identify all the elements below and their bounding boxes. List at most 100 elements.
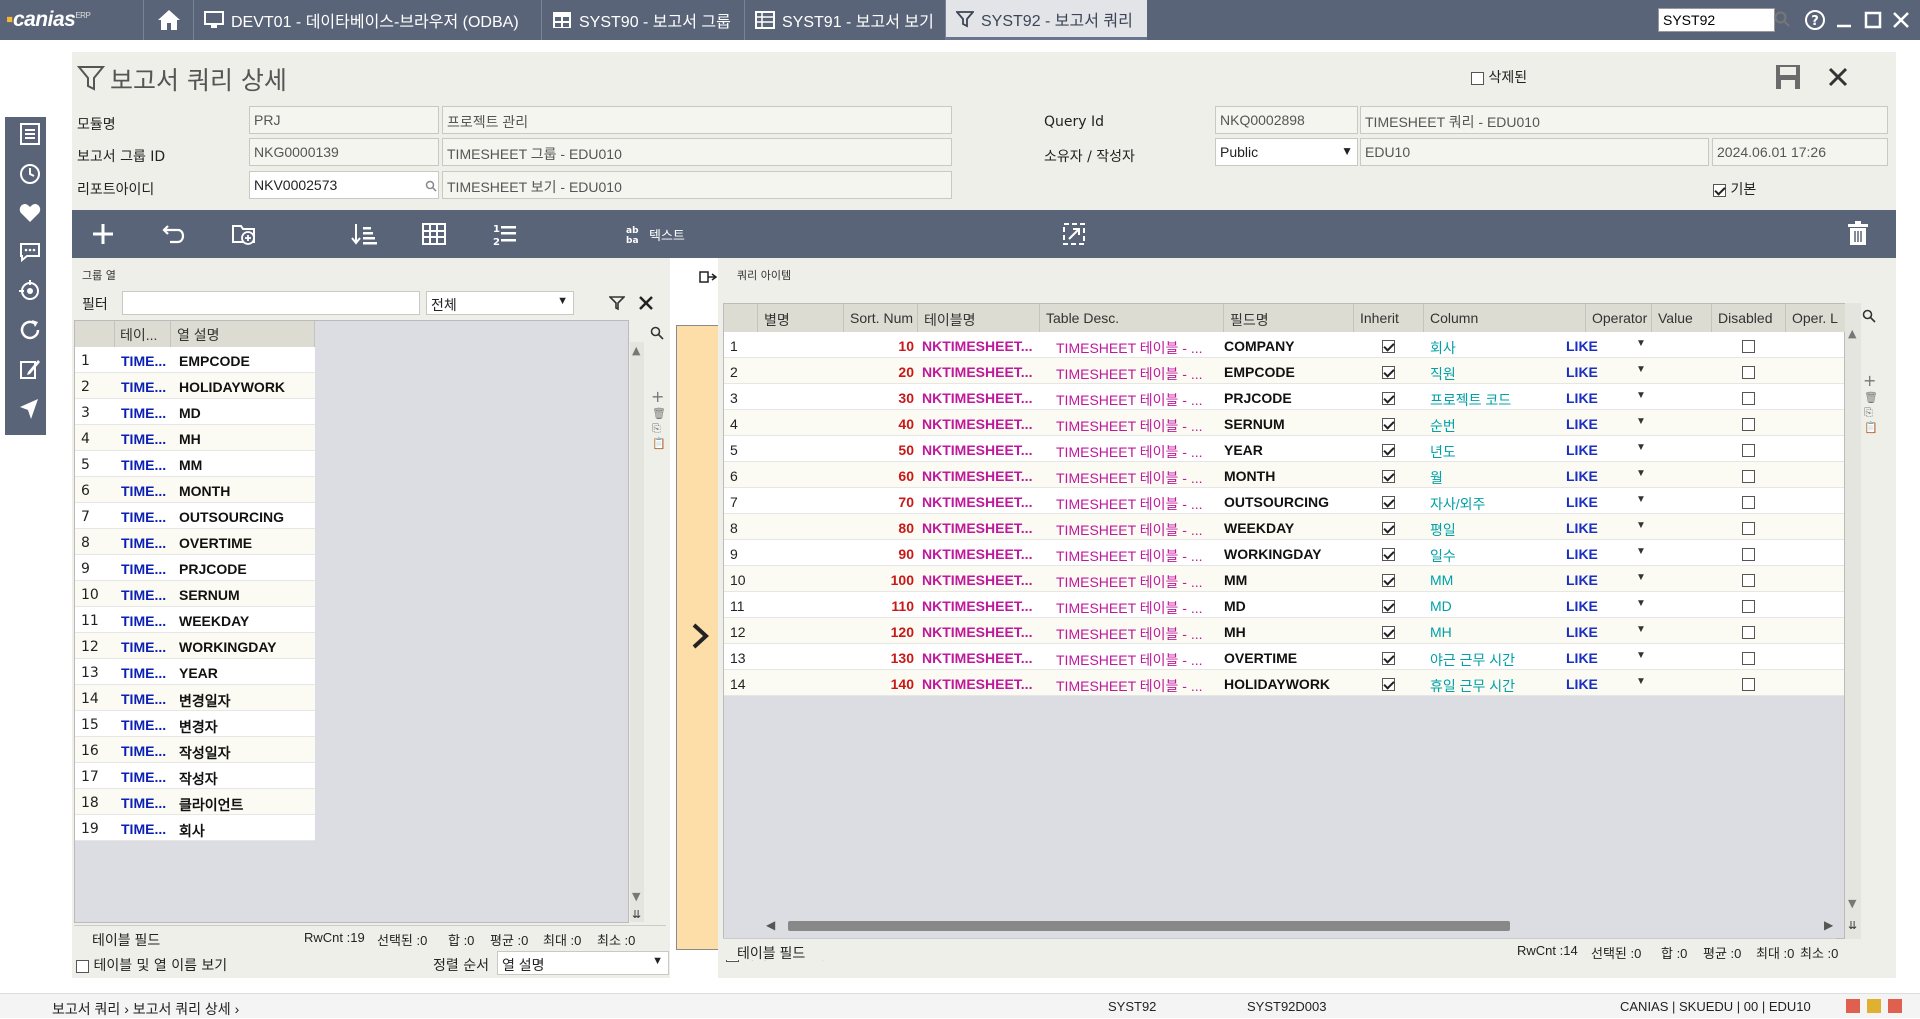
inherit-checkbox[interactable] xyxy=(1382,467,1395,483)
table-row[interactable]: 4 40 NKTIMESHEET... TIMESHEET 테이블 - ... SERN… xyxy=(724,410,1844,436)
chevron-down-icon[interactable]: ▼ xyxy=(1636,624,1646,635)
disabled-check[interactable] xyxy=(1742,625,1755,639)
disabled-check[interactable] xyxy=(1742,339,1755,353)
table-row[interactable]: 4 TIME... MH xyxy=(75,425,315,451)
operator[interactable]: LIKE xyxy=(1566,598,1598,614)
inherit-checkbox[interactable] xyxy=(1382,623,1395,639)
help-icon[interactable]: ? xyxy=(1804,9,1826,31)
refresh-icon[interactable] xyxy=(18,318,42,342)
column-header[interactable]: 필드명 xyxy=(1224,304,1354,332)
disabled-checkbox[interactable] xyxy=(1742,389,1755,405)
inherit-checkbox[interactable] xyxy=(1382,415,1395,431)
inherit-checkbox[interactable] xyxy=(1382,519,1395,535)
expand-icon[interactable] xyxy=(1060,220,1088,248)
paste-icon[interactable]: 📋 xyxy=(652,437,666,450)
left-tab-table-fields[interactable]: 테이블 필드 xyxy=(92,930,160,950)
inherit-check[interactable] xyxy=(1382,339,1395,353)
deleted-check[interactable] xyxy=(1471,71,1484,85)
scroll-down-icon[interactable]: ▼ xyxy=(632,890,640,903)
disabled-checkbox[interactable] xyxy=(1742,467,1755,483)
disabled-checkbox[interactable] xyxy=(1742,415,1755,431)
copy-icon[interactable]: ⎘ xyxy=(652,422,661,436)
vertical-scrollbar[interactable]: ▲ ▼ ⇊ xyxy=(630,342,644,922)
table-row[interactable]: 5 TIME... MM xyxy=(75,451,315,477)
breadcrumb-item[interactable]: 보고서 쿼리 상세 xyxy=(133,1001,231,1017)
table-row[interactable]: 13 TIME... YEAR xyxy=(75,659,315,685)
inherit-check[interactable] xyxy=(1382,651,1395,665)
operator[interactable]: LIKE xyxy=(1566,390,1598,406)
table-row[interactable]: 8 80 NKTIMESHEET... TIMESHEET 테이블 - ... WEEK… xyxy=(724,514,1844,540)
disabled-checkbox[interactable] xyxy=(1742,363,1755,379)
add-folder-icon[interactable] xyxy=(230,220,258,248)
column-header[interactable]: Disabled xyxy=(1712,304,1786,332)
scroll-down-icon[interactable]: ▼ xyxy=(1848,897,1856,910)
inherit-checkbox[interactable] xyxy=(1382,389,1395,405)
collapse-icon[interactable] xyxy=(699,269,717,285)
chevron-down-icon[interactable]: ▼ xyxy=(1636,546,1646,557)
undo-icon[interactable] xyxy=(160,220,188,248)
table-row[interactable]: 6 60 NKTIMESHEET... TIMESHEET 테이블 - ... MONT… xyxy=(724,462,1844,488)
search-icon[interactable] xyxy=(425,180,437,192)
table-row[interactable]: 13 130 NKTIMESHEET... TIMESHEET 테이블 - ... OV… xyxy=(724,644,1844,670)
chevron-down-icon[interactable]: ▼ xyxy=(1636,416,1646,427)
add-icon[interactable] xyxy=(89,220,117,248)
chevron-down-icon[interactable]: ▼ xyxy=(1636,520,1646,531)
inherit-checkbox[interactable] xyxy=(1382,493,1395,509)
move-right-button[interactable] xyxy=(676,325,724,950)
column-header[interactable]: Sort. Num xyxy=(844,304,918,332)
default-check[interactable] xyxy=(1713,183,1726,197)
operator[interactable]: LIKE xyxy=(1566,468,1598,484)
inherit-checkbox[interactable] xyxy=(1382,337,1395,353)
disabled-check[interactable] xyxy=(1742,495,1755,509)
table-row[interactable]: 10 TIME... SERNUM xyxy=(75,581,315,607)
disabled-check[interactable] xyxy=(1742,417,1755,431)
show-names-checkbox[interactable]: 테이블 및 열 이름 보기 xyxy=(76,955,227,975)
show-names-check[interactable] xyxy=(76,959,89,973)
add-row-icon[interactable]: + xyxy=(651,387,664,406)
maximize-icon[interactable] xyxy=(1864,11,1882,29)
delete-row-icon[interactable]: 🗑 xyxy=(652,407,666,420)
inherit-checkbox[interactable] xyxy=(1382,675,1395,691)
operator[interactable]: LIKE xyxy=(1566,364,1598,380)
operator[interactable]: LIKE xyxy=(1566,624,1598,640)
inherit-check[interactable] xyxy=(1382,547,1395,561)
disabled-check[interactable] xyxy=(1742,573,1755,587)
operator[interactable]: LIKE xyxy=(1566,520,1598,536)
close-icon[interactable] xyxy=(1827,66,1849,88)
disabled-check[interactable] xyxy=(1742,443,1755,457)
column-header[interactable]: Table Desc. xyxy=(1040,304,1224,332)
disabled-checkbox[interactable] xyxy=(1742,337,1755,353)
scroll-left-icon[interactable]: ◀ xyxy=(766,918,775,932)
tab-syst92[interactable]: SYST92 - 보고서 쿼리 xyxy=(945,0,1147,40)
text-button[interactable]: ab ba 텍스트 xyxy=(625,224,685,244)
table-row[interactable]: 8 TIME... OVERTIME xyxy=(75,529,315,555)
chevron-down-icon[interactable]: ▼ xyxy=(1636,676,1646,687)
close-window-icon[interactable] xyxy=(1892,11,1910,29)
operator[interactable]: LIKE xyxy=(1566,572,1598,588)
vertical-scrollbar[interactable]: ▲ ▼ ⇊ xyxy=(1845,303,1861,939)
col-header-table[interactable]: 테이... xyxy=(115,321,171,347)
inherit-check[interactable] xyxy=(1382,677,1395,691)
disabled-checkbox[interactable] xyxy=(1742,493,1755,509)
disabled-checkbox[interactable] xyxy=(1742,519,1755,535)
disabled-checkbox[interactable] xyxy=(1742,571,1755,587)
inherit-checkbox[interactable] xyxy=(1382,571,1395,587)
save-icon[interactable] xyxy=(1775,64,1801,90)
tab-syst90[interactable]: SYST90 - 보고서 그룹 xyxy=(541,0,743,40)
chevron-down-icon[interactable]: ▼ xyxy=(1636,572,1646,583)
clear-filter-icon[interactable] xyxy=(638,295,654,311)
inherit-check[interactable] xyxy=(1382,469,1395,483)
chevron-down-icon[interactable]: ▼ xyxy=(1636,390,1646,401)
table-row[interactable]: 7 TIME... OUTSOURCING xyxy=(75,503,315,529)
disabled-check[interactable] xyxy=(1742,469,1755,483)
scroll-end-icon[interactable]: ⇊ xyxy=(1848,919,1857,932)
operator[interactable]: LIKE xyxy=(1566,676,1598,692)
paste-icon[interactable]: 📋 xyxy=(1864,421,1878,434)
tab-devt01[interactable]: DEVT01 - 데이타베이스-브라우저 (ODBA) xyxy=(193,0,540,40)
table-row[interactable]: 1 TIME... EMPCODE xyxy=(75,347,315,373)
column-header[interactable]: Oper. L xyxy=(1786,304,1846,332)
search-icon[interactable] xyxy=(650,326,664,340)
table-row[interactable]: 14 140 NKTIMESHEET... TIMESHEET 테이블 - ... HO… xyxy=(724,670,1844,696)
table-row[interactable]: 16 TIME... 작성일자 xyxy=(75,737,315,763)
chat-icon[interactable] xyxy=(18,240,42,264)
